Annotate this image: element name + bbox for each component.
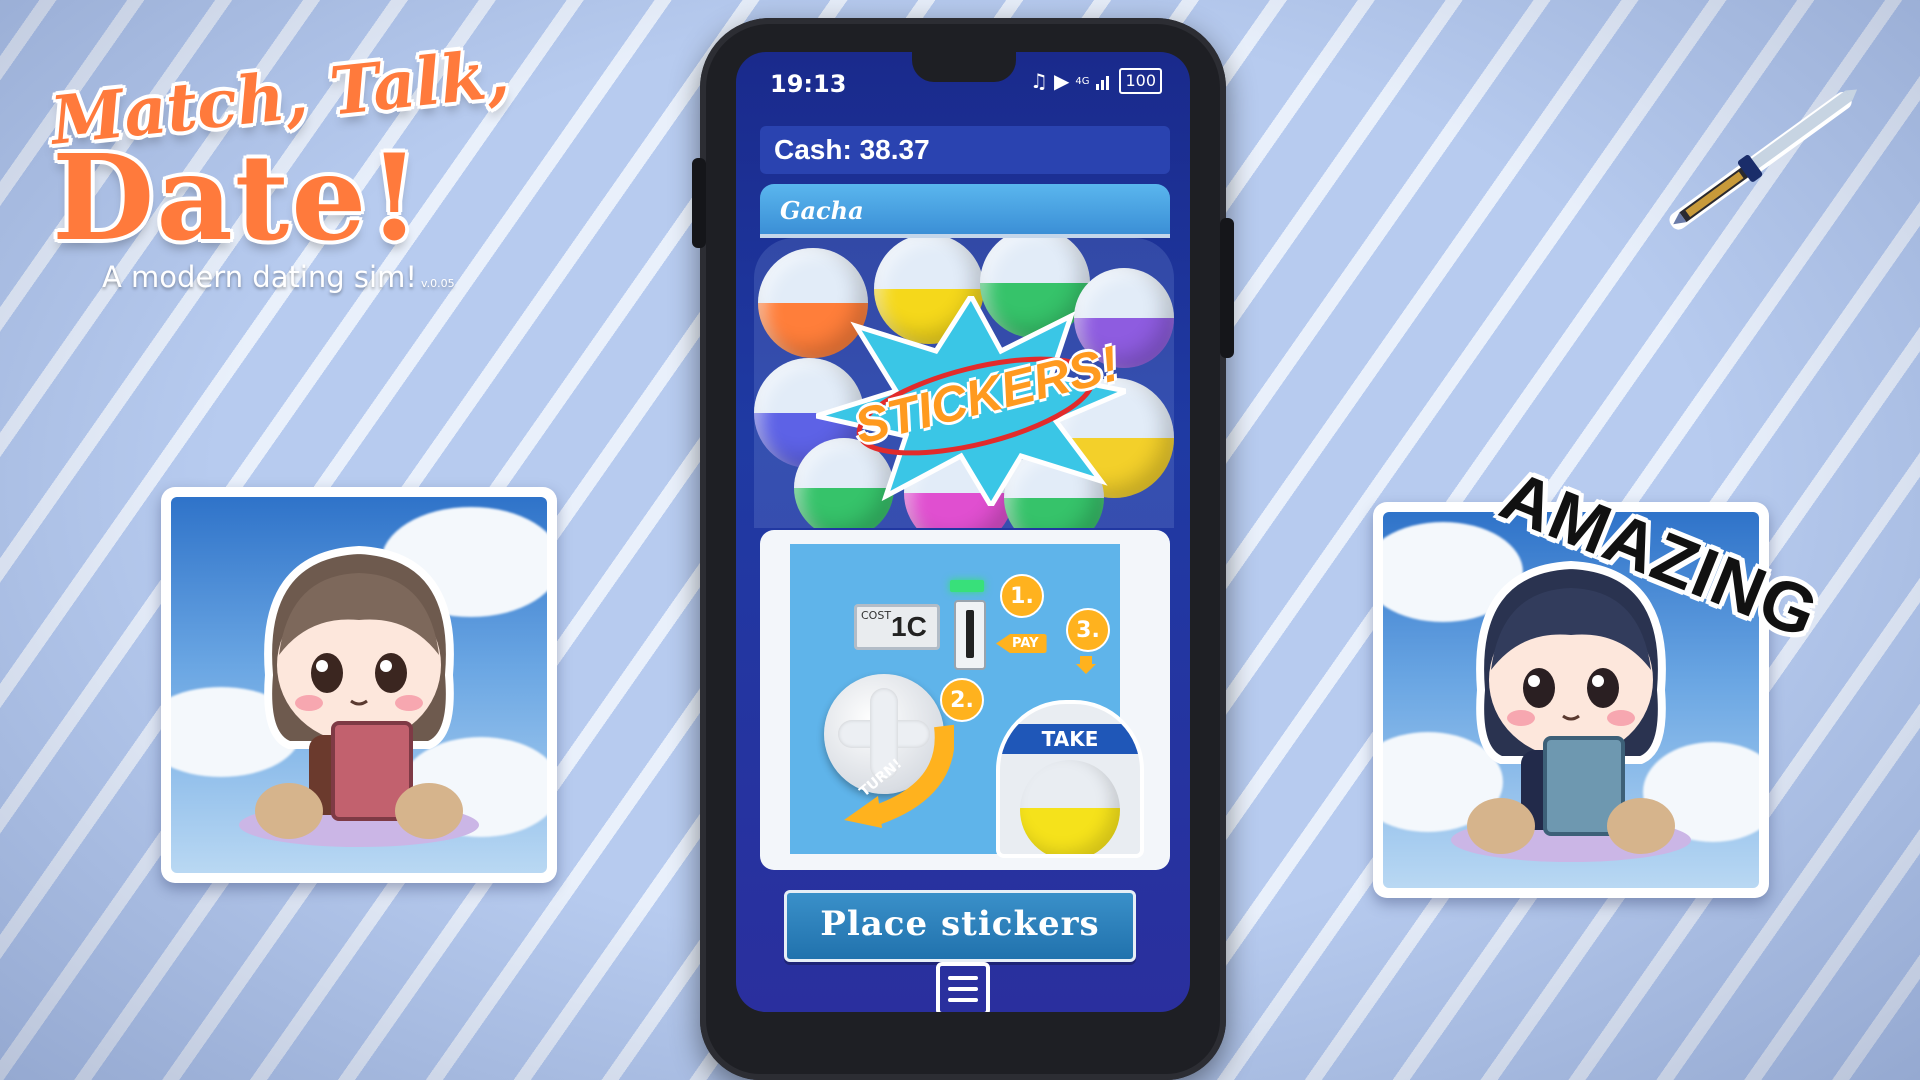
network-type: 4G (1075, 75, 1090, 87)
sword-sticker-icon (1669, 89, 1858, 230)
capsule-ball-prize[interactable] (1020, 760, 1120, 854)
logo-title-line2: Date! (52, 128, 423, 267)
cash-amount: Cash: 38.37 (774, 134, 930, 165)
status-time: 19:13 (770, 70, 847, 98)
logo-version: v.0.05 (420, 277, 455, 290)
gacha-title: Gacha (780, 196, 864, 225)
cost-display: COST 1C (854, 604, 940, 650)
coin-slot[interactable] (954, 600, 986, 670)
place-stickers-button[interactable]: Place stickers (784, 890, 1136, 962)
take-door[interactable]: TAKE (996, 700, 1144, 858)
cash-bar: Cash: 38.37 (760, 126, 1170, 174)
menu-line (948, 976, 978, 980)
arrow-down-icon (1076, 656, 1096, 674)
signal-icon (1096, 76, 1110, 90)
cost-label: COST (861, 609, 892, 622)
coin-slot-led (950, 580, 984, 592)
battery-indicator: 100 (1119, 68, 1162, 94)
play-icon: ▶ (1053, 69, 1070, 93)
coin-slot-opening (966, 610, 974, 658)
gacha-globe: STICKERS! (754, 238, 1174, 528)
phone-side-button (692, 158, 706, 248)
gacha-panel: Gacha STICKERS! COST 1C 1. PAY 3. 2. TUR… (754, 184, 1174, 884)
chibi-girl-brown-hair-icon (239, 545, 479, 847)
music-muted-icon: ♫ (1030, 69, 1048, 93)
step-3-badge: 3. (1066, 608, 1110, 652)
phone-screen: 19:13 ♫ ▶ 4G 100 Cash: 38.37 Gacha STICK… (736, 52, 1190, 1012)
status-icons: ♫ ▶ 4G 100 (1030, 68, 1162, 94)
phone-side-button (1220, 218, 1234, 358)
game-logo: Match, Talk, Date! A modern dating sim! v… (42, 34, 512, 308)
menu-line (948, 998, 978, 1002)
phone-device: 19:13 ♫ ▶ 4G 100 Cash: 38.37 Gacha STICK… (692, 18, 1234, 1080)
step-2-badge: 2. (940, 678, 984, 722)
sticker-card-left[interactable] (161, 487, 557, 883)
gacha-machine: COST 1C 1. PAY 3. 2. TURN! TAKE (760, 530, 1170, 870)
take-label: TAKE (1000, 724, 1140, 754)
machine-front-panel: COST 1C 1. PAY 3. 2. TURN! TAKE (790, 544, 1144, 858)
status-bar: 19:13 ♫ ▶ 4G 100 (736, 52, 1190, 108)
logo-subtitle-text: A modern dating sim! (102, 260, 417, 294)
pay-arrow-label: PAY (996, 634, 1047, 653)
step-1-badge: 1. (1000, 574, 1044, 618)
gacha-header: Gacha (760, 184, 1170, 238)
menu-line (948, 987, 978, 991)
logo-subtitle: A modern dating sim! v.0.05 (102, 260, 455, 294)
cost-value: 1C (891, 611, 927, 642)
hamburger-menu-icon[interactable] (936, 962, 990, 1012)
sticker-image-left (171, 497, 547, 873)
